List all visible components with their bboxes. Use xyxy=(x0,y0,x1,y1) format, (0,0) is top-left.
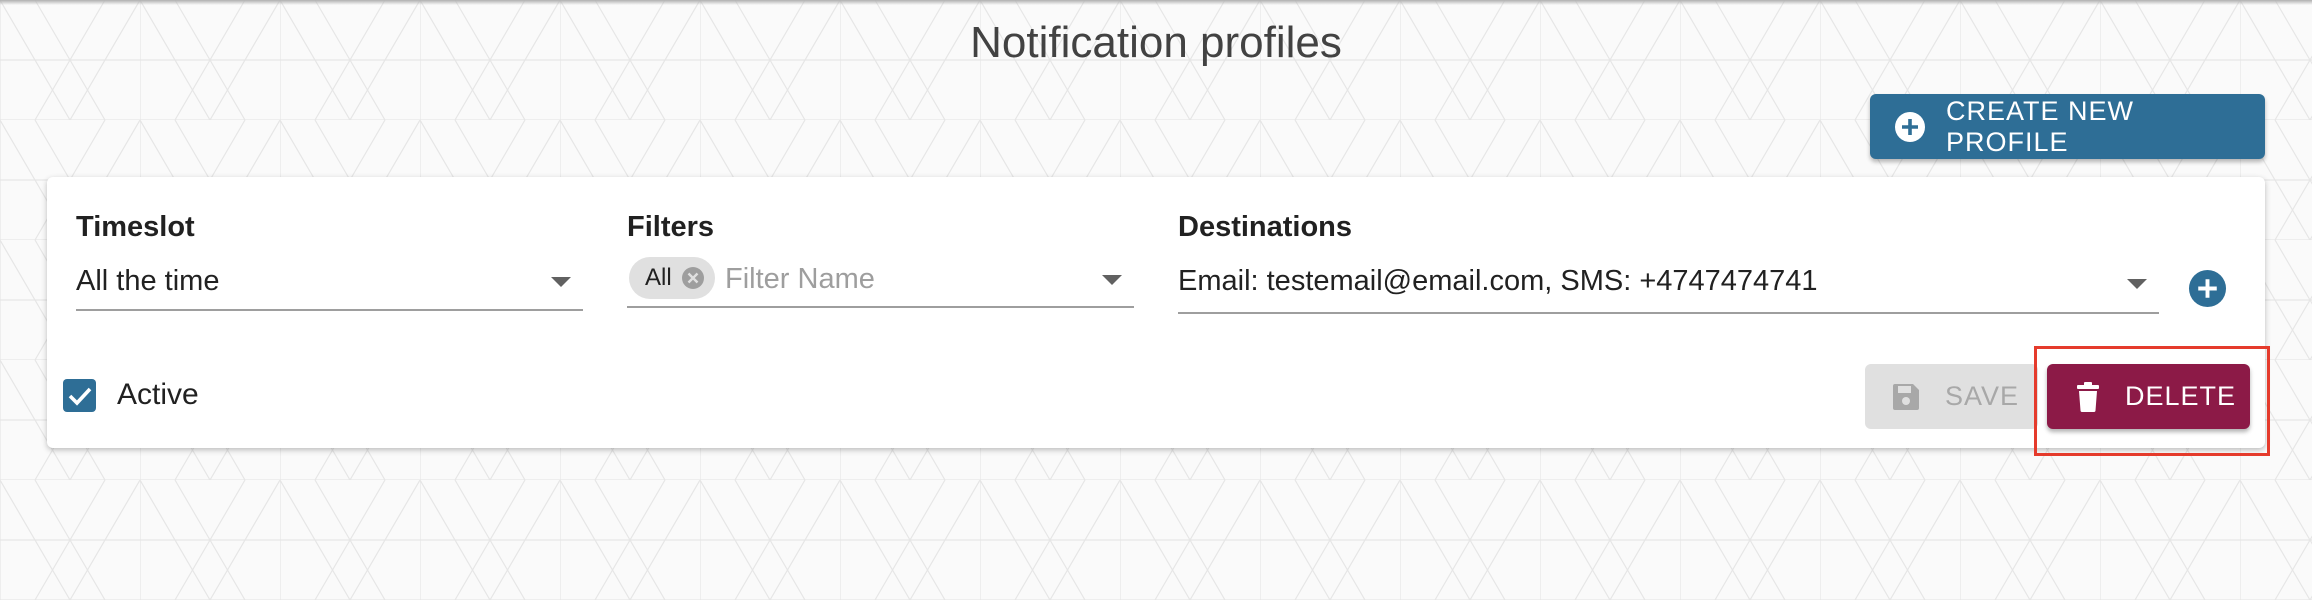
filter-chip-all[interactable]: All xyxy=(629,257,715,299)
active-label: Active xyxy=(117,378,199,411)
filters-label: Filters xyxy=(627,211,715,243)
add-destination-plus-icon[interactable] xyxy=(2188,269,2227,308)
destinations-value: Email: testemail@email.com, SMS: +474747… xyxy=(1178,265,1818,297)
active-checkbox[interactable] xyxy=(63,378,96,412)
notification-profile-card: Timeslot All the time Filters All Destin… xyxy=(47,177,2265,448)
top-shadow xyxy=(0,0,2312,5)
delete-label: DELETE xyxy=(2125,381,2237,411)
check-icon xyxy=(68,387,92,406)
timeslot-value: All the time xyxy=(76,265,220,297)
active-toggle[interactable]: Active xyxy=(63,378,199,412)
chevron-down-icon xyxy=(1102,275,1122,285)
filter-chip-label: All xyxy=(645,264,672,291)
chevron-down-icon xyxy=(551,277,571,287)
trash-icon xyxy=(2077,381,2099,412)
create-new-profile-label: CREATE NEW PROFILE xyxy=(1946,95,2135,157)
destinations-select[interactable]: Email: testemail@email.com, SMS: +474747… xyxy=(1178,257,2159,314)
cancel-circle-icon[interactable] xyxy=(681,266,705,290)
filter-name-input[interactable] xyxy=(725,259,1075,299)
page-title: Notification profiles xyxy=(970,18,1342,67)
floppy-disk-icon xyxy=(1893,383,1919,410)
save-label: SAVE xyxy=(1945,381,2020,411)
chevron-down-icon xyxy=(2127,279,2147,289)
plus-circle-icon xyxy=(1895,111,1925,142)
filters-select[interactable]: All xyxy=(627,255,1134,308)
create-new-profile-button[interactable]: CREATE NEW PROFILE xyxy=(1870,94,2265,159)
timeslot-select[interactable]: All the time xyxy=(76,257,583,311)
save-button[interactable]: SAVE xyxy=(1865,364,2038,429)
destinations-label: Destinations xyxy=(1178,211,1353,243)
timeslot-label: Timeslot xyxy=(76,211,195,243)
delete-button[interactable]: DELETE xyxy=(2047,364,2250,429)
